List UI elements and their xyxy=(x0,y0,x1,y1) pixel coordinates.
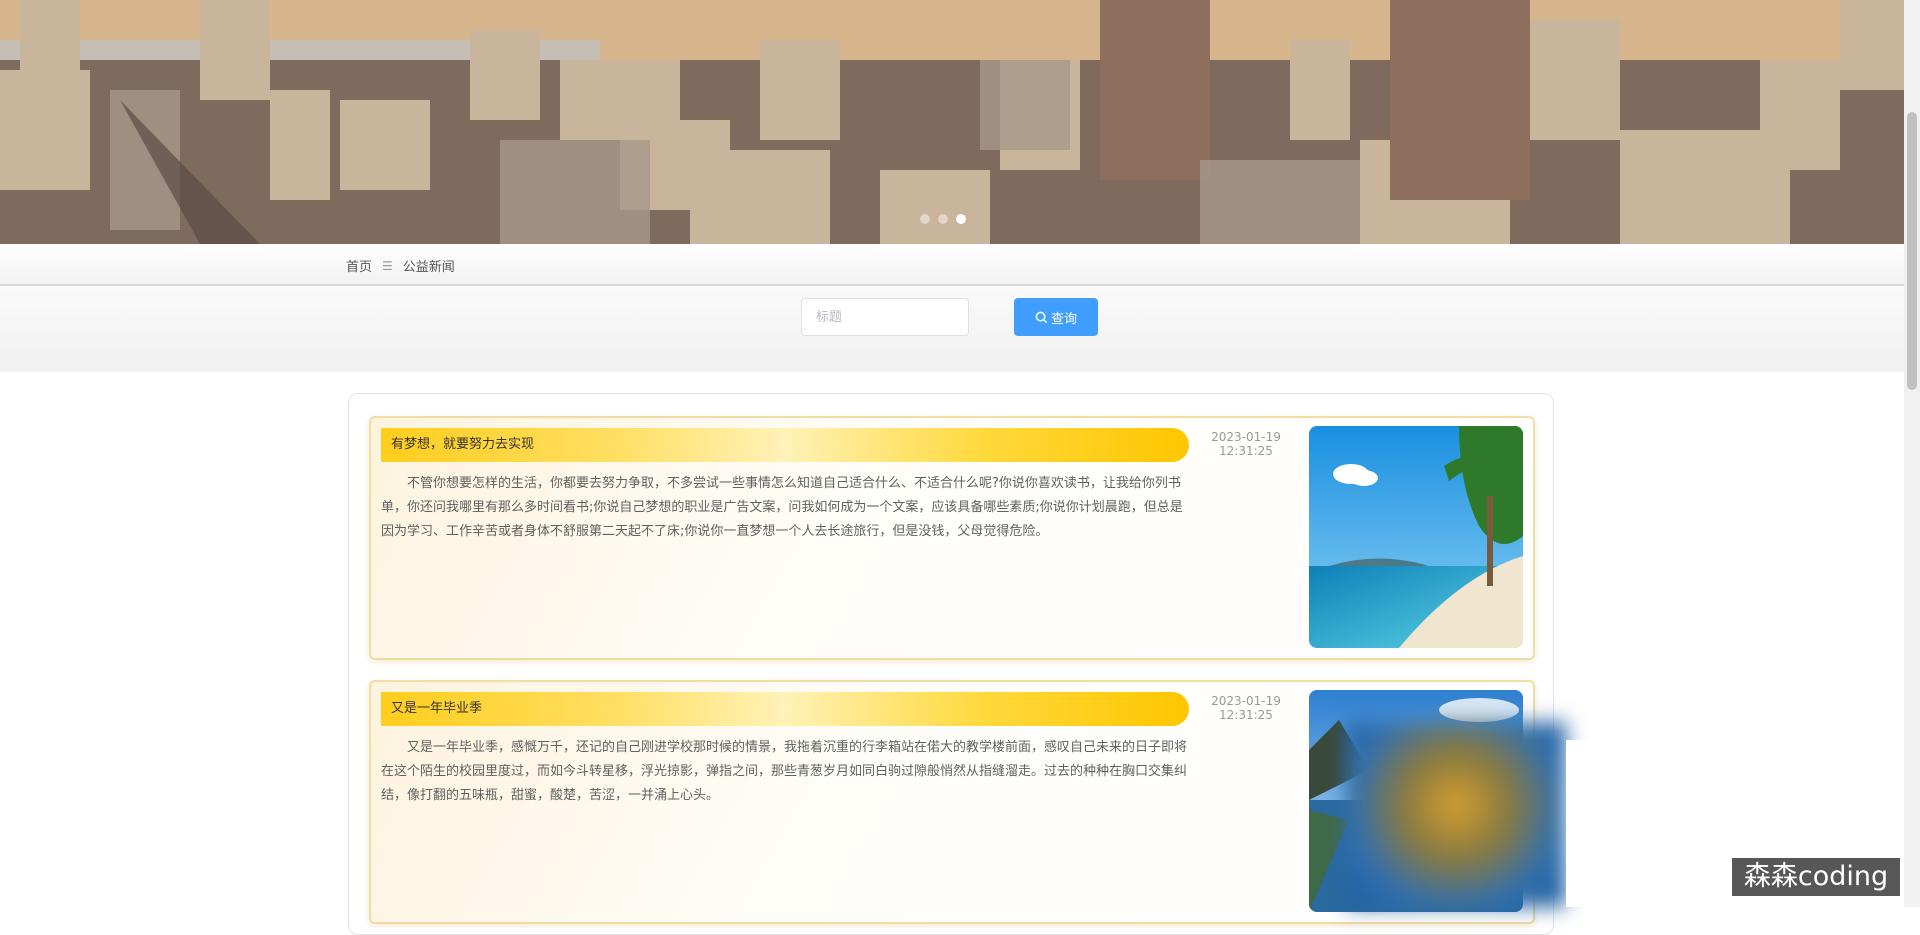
news-timestamp: 2023-01-19 12:31:25 xyxy=(1201,694,1291,722)
news-excerpt: 又是一年毕业季，感慨万千，还记的自己刚进学校那时候的情景，我拖着沉重的行李箱站在… xyxy=(381,740,1188,803)
title-search-input[interactable] xyxy=(801,298,969,336)
news-title[interactable]: 又是一年毕业季 xyxy=(381,692,1189,726)
search-icon xyxy=(1035,311,1048,323)
search-button-label: 查询 xyxy=(1050,311,1077,327)
city-skyline-image xyxy=(0,0,1904,244)
news-time: 12:31:25 xyxy=(1219,444,1273,458)
page-scrollbar[interactable] xyxy=(1904,0,1920,907)
breadcrumb: 首页 ☰ 公益新闻 xyxy=(346,256,455,276)
news-excerpt: 不管你想要怎样的生活，你都要去努力争取，不多尝试一些事情怎么知道自己适合什么、不… xyxy=(381,476,1183,539)
news-card[interactable]: 有梦想，就要努力去实现 2023-01-19 12:31:25 不管你想要怎样的… xyxy=(369,416,1535,660)
breadcrumb-current: 公益新闻 xyxy=(402,260,455,275)
breadcrumb-home[interactable]: 首页 xyxy=(346,256,372,275)
carousel-indicators xyxy=(920,214,966,224)
scrollbar-thumb[interactable] xyxy=(1907,112,1917,390)
news-date: 2023-01-19 xyxy=(1211,694,1281,708)
hero-banner xyxy=(0,0,1904,244)
news-thumbnail-beach[interactable] xyxy=(1309,426,1523,648)
carousel-dot[interactable] xyxy=(938,214,948,224)
carousel-dot[interactable] xyxy=(920,214,930,224)
breadcrumb-separator-icon: ☰ xyxy=(382,258,393,273)
news-title[interactable]: 有梦想，就要努力去实现 xyxy=(381,428,1189,462)
blurred-region xyxy=(1346,722,1566,907)
carousel-dot-active[interactable] xyxy=(956,214,966,224)
search-bar: 查询 xyxy=(0,286,1904,372)
search-button[interactable]: 查询 xyxy=(1014,298,1098,336)
breadcrumb-bar: 首页 ☰ 公益新闻 xyxy=(0,244,1904,286)
news-date: 2023-01-19 xyxy=(1211,430,1281,444)
news-time: 12:31:25 xyxy=(1219,708,1273,722)
news-timestamp: 2023-01-19 12:31:25 xyxy=(1201,430,1291,458)
watermark: 森森coding xyxy=(1732,858,1900,896)
